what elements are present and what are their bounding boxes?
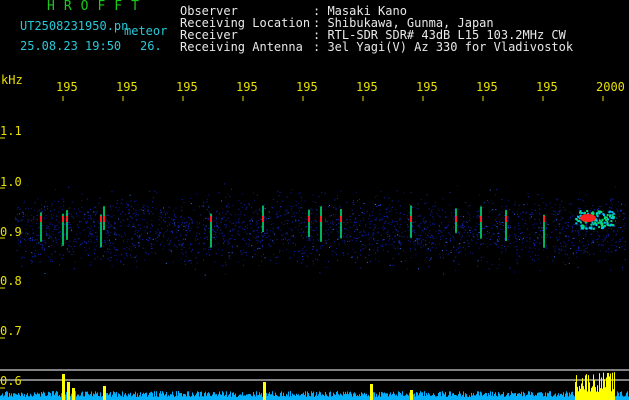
y-tick-label: 0.8 [0,274,22,288]
y-tick-label: 0.6 [0,374,22,388]
activity-trace [0,369,629,400]
x-tick-label: 195 [416,80,438,94]
x-tick-label: 195 [236,80,258,94]
x-tick-label: 2000 [596,80,625,94]
x-tick-label: 195 [476,80,498,94]
signal-layer [40,205,615,248]
y-tick-label: 1.1 [0,124,22,138]
x-tick-label: 195 [56,80,78,94]
x-tick-label: 195 [356,80,378,94]
x-tick-label: 195 [536,80,558,94]
y-tick-label: 0.7 [0,324,22,338]
x-tick-label: 195 [116,80,138,94]
x-tick-label: 195 [176,80,198,94]
y-unit-label: kHz [1,73,23,87]
tick-layer [0,96,604,389]
x-tick-label: 195 [296,80,318,94]
y-tick-label: 1.0 [0,175,22,189]
y-tick-label: 0.9 [0,225,22,239]
spectrogram [0,96,629,400]
